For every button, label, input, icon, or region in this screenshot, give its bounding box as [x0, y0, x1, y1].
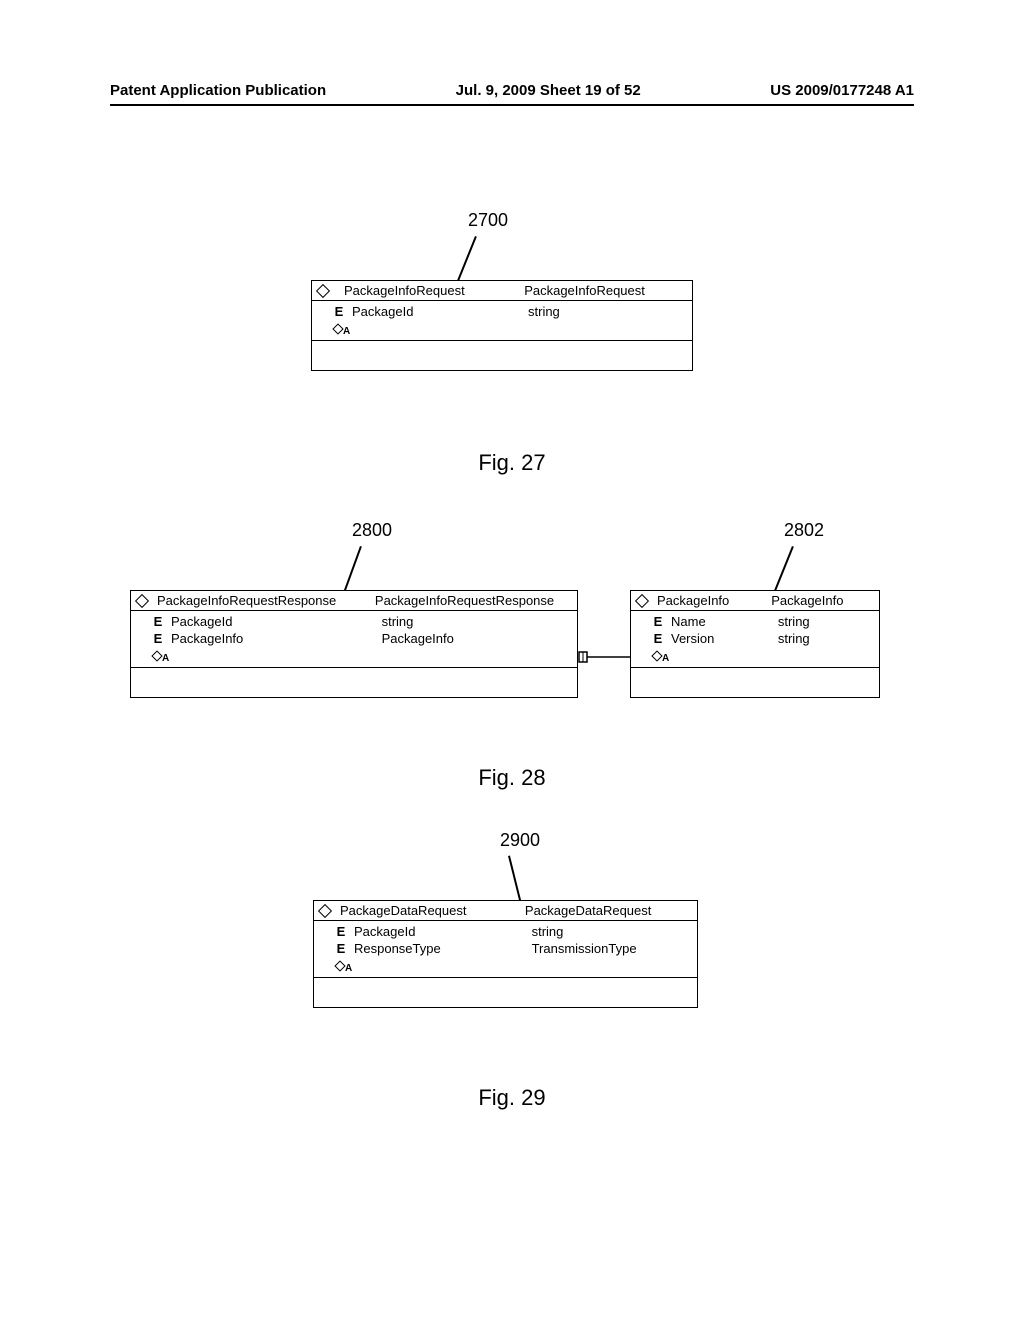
element-icon: E	[332, 304, 346, 319]
ref-label-2800: 2800	[352, 520, 392, 541]
class-box-packagedatarequest: PackageDataRequest PackageDataRequest E …	[313, 900, 698, 1008]
attr-name: Name	[671, 614, 778, 629]
element-icon: E	[334, 941, 348, 956]
class-name: PackageInfoRequestResponse	[157, 593, 375, 608]
class-type: PackageInfoRequestResponse	[375, 593, 573, 608]
class-title-row: PackageInfoRequestResponse PackageInfoRe…	[131, 591, 577, 610]
attr-row: E Version string	[651, 630, 875, 647]
class-title-row: PackageInfoRequest PackageInfoRequest	[312, 281, 692, 300]
class-box-packageinforequestresponse: PackageInfoRequestResponse PackageInfoRe…	[130, 590, 578, 698]
attr-type: PackageInfo	[382, 631, 573, 646]
attr-type: string	[528, 304, 688, 319]
class-end-icon: A	[336, 958, 352, 974]
attr-name: PackageId	[171, 614, 382, 629]
element-icon: E	[151, 614, 165, 629]
diamond-icon	[316, 283, 330, 297]
element-icon: E	[651, 631, 665, 646]
leader-line-2802	[773, 546, 793, 593]
class-end-icon: A	[153, 648, 169, 664]
ref-label-2700: 2700	[468, 210, 508, 231]
attr-type: string	[382, 614, 573, 629]
class-ops	[312, 340, 692, 370]
figure-caption-28: Fig. 28	[0, 765, 1024, 791]
class-box-packageinforequest: PackageInfoRequest PackageInfoRequest E …	[311, 280, 693, 371]
attr-name: PackageId	[352, 304, 528, 319]
leader-line-2900	[508, 856, 522, 905]
leader-line-2800	[343, 546, 362, 593]
ref-label-2802: 2802	[784, 520, 824, 541]
class-name: PackageInfoRequest	[338, 283, 524, 298]
attr-name: ResponseType	[354, 941, 532, 956]
attr-name: PackageInfo	[171, 631, 382, 646]
attr-row-cls: A	[651, 647, 875, 665]
diamond-icon	[635, 593, 649, 607]
attr-row: E Name string	[651, 613, 875, 630]
class-ops	[131, 667, 577, 697]
attr-type: TransmissionType	[532, 941, 693, 956]
class-type: PackageInfo	[771, 593, 875, 608]
class-attrs: E PackageId string A	[312, 300, 692, 340]
attr-row-cls: A	[332, 320, 688, 338]
element-icon: E	[651, 614, 665, 629]
attr-name: Version	[671, 631, 778, 646]
element-icon: E	[334, 924, 348, 939]
attr-type: string	[532, 924, 693, 939]
association-connector	[578, 650, 630, 664]
attr-row: E PackageId string	[332, 303, 688, 320]
diamond-icon	[318, 903, 332, 917]
class-attrs: E PackageId string E PackageInfo Package…	[131, 610, 577, 667]
page-header: Patent Application Publication Jul. 9, 2…	[110, 82, 914, 99]
leader-line-2700	[456, 236, 476, 283]
class-end-icon: A	[334, 321, 350, 337]
class-ops	[314, 977, 697, 1007]
class-type: PackageDataRequest	[525, 903, 693, 918]
class-name: PackageDataRequest	[340, 903, 525, 918]
class-title-row: PackageDataRequest PackageDataRequest	[314, 901, 697, 920]
class-title-row: PackageInfo PackageInfo	[631, 591, 879, 610]
diamond-icon	[135, 593, 149, 607]
class-box-packageinfo: PackageInfo PackageInfo E Name string E …	[630, 590, 880, 698]
header-right: US 2009/0177248 A1	[770, 82, 914, 99]
class-end-icon: A	[653, 648, 669, 664]
attr-row: E PackageId string	[151, 613, 573, 630]
attr-row-cls: A	[151, 647, 573, 665]
figure-caption-29: Fig. 29	[0, 1085, 1024, 1111]
element-icon: E	[151, 631, 165, 646]
header-rule	[110, 104, 914, 106]
class-ops	[631, 667, 879, 697]
header-center: Jul. 9, 2009 Sheet 19 of 52	[456, 82, 641, 99]
header-left: Patent Application Publication	[110, 82, 326, 99]
attr-row: E PackageInfo PackageInfo	[151, 630, 573, 647]
attr-name: PackageId	[354, 924, 532, 939]
figure-caption-27: Fig. 27	[0, 450, 1024, 476]
attr-row: E PackageId string	[334, 923, 693, 940]
class-attrs: E PackageId string E ResponseType Transm…	[314, 920, 697, 977]
attr-type: string	[778, 614, 875, 629]
attr-type: string	[778, 631, 875, 646]
class-attrs: E Name string E Version string A	[631, 610, 879, 667]
class-type: PackageInfoRequest	[524, 283, 688, 298]
ref-label-2900: 2900	[500, 830, 540, 851]
attr-row-cls: A	[334, 957, 693, 975]
class-name: PackageInfo	[657, 593, 771, 608]
attr-row: E ResponseType TransmissionType	[334, 940, 693, 957]
